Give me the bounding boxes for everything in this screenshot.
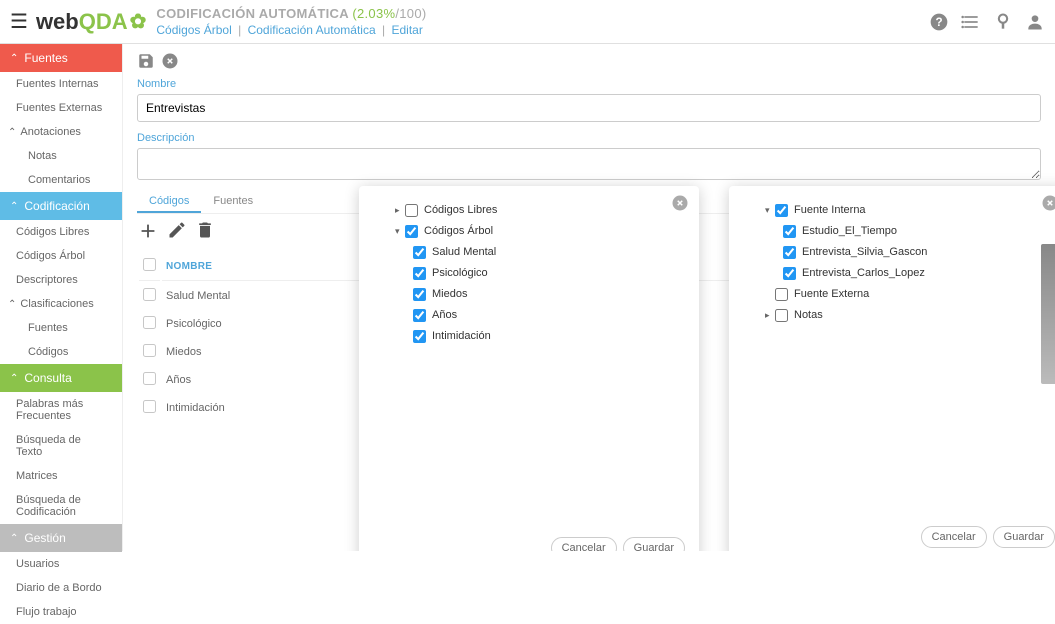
tree-checkbox[interactable] [405, 204, 418, 217]
nombre-input[interactable] [137, 94, 1041, 122]
sidebar-item-codigos-libres[interactable]: Códigos Libres [0, 220, 122, 244]
tree-checkbox[interactable] [783, 267, 796, 280]
expand-icon[interactable]: ▸ [765, 307, 775, 324]
sidebar-item-s-codigos[interactable]: Códigos [0, 340, 122, 364]
tree-checkbox[interactable] [413, 330, 426, 343]
breadcrumb: Códigos Árbol | Codificación Automática … [156, 23, 929, 37]
fuentes-modal: ▾Fuente Interna Estudio_El_Tiempo Entrev… [729, 186, 1055, 551]
tree-item-codigos-arbol[interactable]: ▾Códigos Árbol [373, 221, 685, 242]
close-icon[interactable] [671, 194, 689, 212]
guardar-button[interactable]: Guardar [993, 526, 1055, 548]
help-icon[interactable]: ? [929, 12, 949, 32]
select-all-checkbox[interactable] [143, 258, 156, 271]
chevron-up-icon: ⌃ [8, 127, 16, 138]
sidebar-item-s-fuentes[interactable]: Fuentes [0, 316, 122, 340]
sidebar-item-palabras[interactable]: Palabras más Frecuentes [0, 392, 122, 428]
sidebar-item-busqueda-cod[interactable]: Búsqueda de Codificación [0, 488, 122, 524]
tree-checkbox[interactable] [783, 225, 796, 238]
sidebar-section-gestion[interactable]: ⌃Gestión [0, 524, 122, 552]
user-icon[interactable] [1025, 12, 1045, 32]
tree-checkbox[interactable] [413, 309, 426, 322]
expand-icon[interactable]: ▸ [395, 202, 405, 219]
sidebar-item-matrices[interactable]: Matrices [0, 464, 122, 488]
hamburger-icon[interactable]: ☰ [10, 9, 28, 34]
tree-checkbox[interactable] [775, 288, 788, 301]
edit-icon[interactable] [167, 220, 187, 242]
chevron-up-icon: ⌃ [10, 373, 18, 384]
chevron-up-icon: ⌃ [10, 53, 18, 64]
sidebar-item-comentarios[interactable]: Comentarios [0, 168, 122, 192]
chevron-up-icon: ⌃ [10, 201, 18, 212]
tree-checkbox[interactable] [775, 204, 788, 217]
scroll-indicator[interactable] [1041, 244, 1055, 384]
leaf-icon: ✿ [130, 9, 147, 34]
tree-item[interactable]: Miedos [373, 284, 685, 305]
tree-item[interactable]: Psicológico [373, 263, 685, 284]
cancelar-button[interactable]: Cancelar [921, 526, 987, 548]
sidebar-item-diario[interactable]: Diario de a Bordo [0, 576, 122, 600]
tree-item-codigos-libres[interactable]: ▸Códigos Libres [373, 200, 685, 221]
tree-checkbox[interactable] [775, 309, 788, 322]
breadcrumb-item[interactable]: Codificación Automática [248, 23, 376, 37]
breadcrumb-item[interactable]: Editar [391, 23, 422, 37]
add-icon[interactable] [137, 220, 159, 242]
tree-item-fuente-externa[interactable]: Fuente Externa [743, 284, 1055, 305]
nombre-label: Nombre [137, 78, 1041, 90]
close-icon[interactable] [1041, 194, 1055, 212]
row-checkbox[interactable] [143, 372, 156, 385]
tree-checkbox[interactable] [405, 225, 418, 238]
descripcion-input[interactable] [137, 148, 1041, 180]
collapse-icon[interactable]: ▾ [765, 202, 775, 219]
breadcrumb-item[interactable]: Códigos Árbol [156, 23, 231, 37]
tree-item[interactable]: Salud Mental [373, 242, 685, 263]
sidebar-item-clasificaciones[interactable]: ⌃Clasificaciones [0, 292, 122, 316]
row-checkbox[interactable] [143, 316, 156, 329]
row-checkbox[interactable] [143, 288, 156, 301]
sidebar-item-anotaciones[interactable]: ⌃Anotaciones [0, 120, 122, 144]
sidebar-item-notas[interactable]: Notas [0, 144, 122, 168]
delete-icon[interactable] [195, 220, 215, 242]
percent-max: /100) [395, 6, 426, 21]
sidebar-item-usuarios[interactable]: Usuarios [0, 552, 122, 576]
row-checkbox[interactable] [143, 400, 156, 413]
save-icon[interactable] [137, 52, 155, 70]
percent-value: (2.03% [352, 6, 395, 21]
sidebar-section-codificacion[interactable]: ⌃Codificación [0, 192, 122, 220]
cancelar-button[interactable]: Cancelar [551, 537, 617, 551]
codigos-modal: ▸Códigos Libres ▾Códigos Árbol Salud Men… [359, 186, 699, 551]
tree-item[interactable]: Estudio_El_Tiempo [743, 221, 1055, 242]
tree-checkbox[interactable] [413, 288, 426, 301]
tree-checkbox[interactable] [783, 246, 796, 259]
page-title: CODIFICACIÓN AUTOMÁTICA [156, 6, 348, 21]
sidebar-item-fuentes-internas[interactable]: Fuentes Internas [0, 72, 122, 96]
sidebar-item-fuentes-externas[interactable]: Fuentes Externas [0, 96, 122, 120]
logo: webQDA✿ [36, 9, 146, 35]
tree-item-fuente-interna[interactable]: ▾Fuente Interna [743, 200, 1055, 221]
tree-item[interactable]: Entrevista_Carlos_Lopez [743, 263, 1055, 284]
tab-codigos[interactable]: Códigos [137, 191, 201, 213]
tab-fuentes[interactable]: Fuentes [201, 191, 265, 213]
row-checkbox[interactable] [143, 344, 156, 357]
sidebar-section-consulta[interactable]: ⌃Consulta [0, 364, 122, 392]
location-icon[interactable] [993, 12, 1013, 32]
tree-checkbox[interactable] [413, 267, 426, 280]
sidebar-item-flujo[interactable]: Flujo trabajo [0, 600, 122, 624]
chevron-up-icon: ⌃ [8, 299, 16, 310]
sidebar-section-fuentes[interactable]: ⌃Fuentes [0, 44, 122, 72]
tree-checkbox[interactable] [413, 246, 426, 259]
sidebar-item-codigos-arbol[interactable]: Códigos Árbol [0, 244, 122, 268]
tree-item[interactable]: Entrevista_Silvia_Gascon [743, 242, 1055, 263]
sidebar-item-descriptores[interactable]: Descriptores [0, 268, 122, 292]
tree-item[interactable]: Años [373, 305, 685, 326]
svg-text:?: ? [935, 16, 942, 29]
cancel-icon[interactable] [161, 52, 179, 70]
tree-item-notas[interactable]: ▸Notas [743, 305, 1055, 326]
guardar-button[interactable]: Guardar [623, 537, 685, 551]
list-icon[interactable] [961, 12, 981, 32]
collapse-icon[interactable]: ▾ [395, 223, 405, 240]
sidebar-item-busqueda-texto[interactable]: Búsqueda de Texto [0, 428, 122, 464]
tree-item[interactable]: Intimidación [373, 326, 685, 347]
chevron-up-icon: ⌃ [10, 533, 18, 544]
descripcion-label: Descripción [137, 132, 1041, 144]
